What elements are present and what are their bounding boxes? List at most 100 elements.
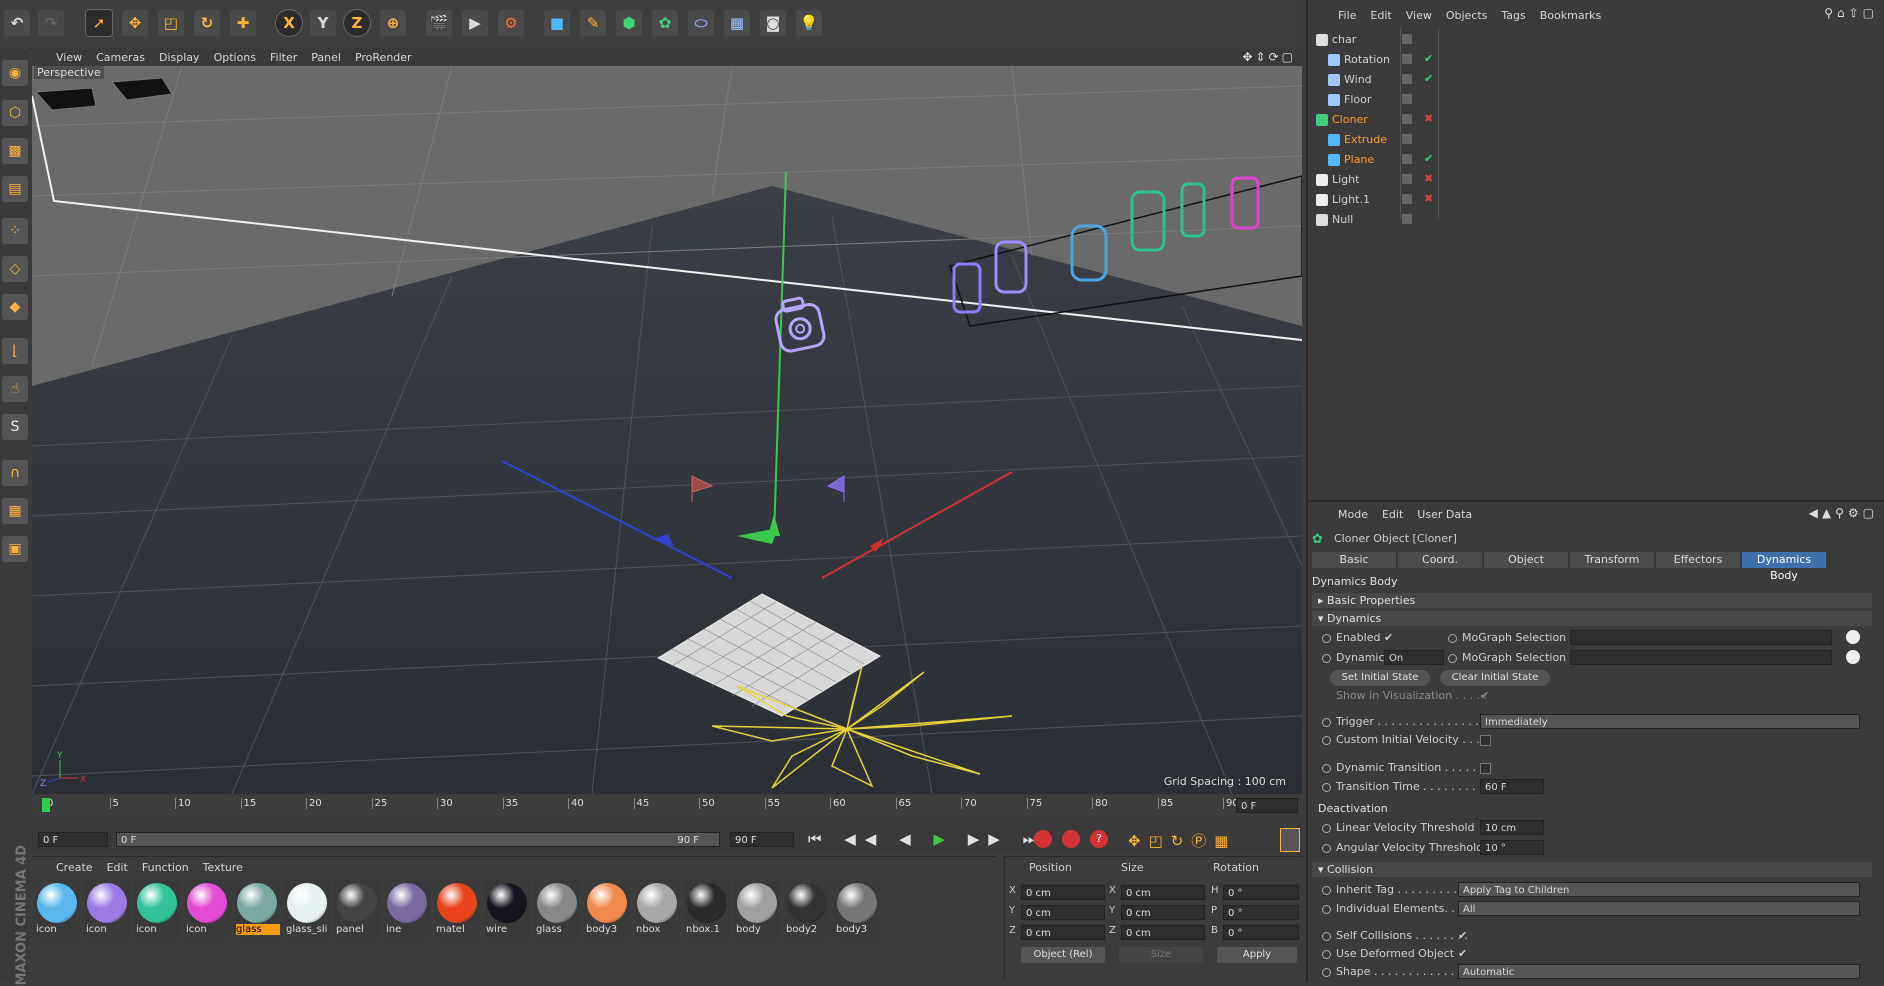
mograph-picker-icon-2[interactable] <box>1846 650 1860 664</box>
deformer-icon[interactable]: ⬭ <box>688 10 714 36</box>
subdivision-icon[interactable]: ⬢ <box>616 10 642 36</box>
menu-view[interactable]: View <box>56 51 82 64</box>
size-field[interactable]: 0 cm <box>1121 905 1205 920</box>
material-swatch[interactable]: icon <box>134 880 180 938</box>
material-swatch[interactable]: glass <box>234 880 280 938</box>
visibility-toggle[interactable] <box>1402 214 1412 224</box>
material-swatch[interactable]: nbox <box>634 880 680 938</box>
tweak-mode-icon[interactable]: ☝ <box>2 376 28 402</box>
menu-objects[interactable]: Objects <box>1446 9 1488 22</box>
visibility-toggle[interactable] <box>1402 74 1412 84</box>
menu-bookmarks[interactable]: Bookmarks <box>1540 9 1601 22</box>
render-settings-icon[interactable]: ⚙ <box>498 10 524 36</box>
timeline-ruler[interactable]: 0 5 10 15 20 25 30 35 40 45 50 55 60 65 70 75 80 85 90 0 F <box>32 796 1302 814</box>
playback-buttons[interactable]: ⏮ ◀◀ ◀ ▶ ▶▶ ⏭ <box>808 830 1045 848</box>
enabled-check-icon[interactable]: ✔ <box>1424 152 1433 165</box>
rotation-field[interactable]: 0 ° <box>1223 925 1299 940</box>
use-deformed-checkbox[interactable]: ✔ <box>1458 948 1469 959</box>
menu-display[interactable]: Display <box>159 51 200 64</box>
visibility-toggle[interactable] <box>1402 154 1412 164</box>
axis-y-button[interactable]: Y <box>310 10 336 36</box>
mograph-selection-radio-1[interactable] <box>1448 634 1457 643</box>
inherit-tag-select[interactable]: Apply Tag to Children <box>1458 882 1860 897</box>
model-mode-icon[interactable]: ⬡ <box>2 100 28 126</box>
object-row[interactable]: Cloner <box>1316 110 1466 129</box>
make-editable-icon[interactable]: ◉ <box>2 60 28 86</box>
rotation-field[interactable]: 0 ° <box>1223 885 1299 900</box>
scale-tool-icon[interactable]: ◰ <box>158 10 184 36</box>
dynamic-radio[interactable] <box>1322 654 1331 663</box>
workplane-icon[interactable]: ▤ <box>2 176 28 202</box>
position-field[interactable]: 0 cm <box>1021 885 1105 900</box>
menu-edit-am[interactable]: Edit <box>1382 508 1403 521</box>
object-row[interactable]: Light.1 <box>1316 190 1466 209</box>
menu-create[interactable]: Create <box>56 861 93 874</box>
coordinate-mode-select[interactable]: Object (Rel) <box>1021 947 1105 963</box>
mograph-picker-icon-1[interactable] <box>1846 630 1860 644</box>
tab-basic[interactable]: Basic <box>1312 552 1396 568</box>
visibility-toggle[interactable] <box>1402 94 1412 104</box>
menu-filter[interactable]: Filter <box>270 51 297 64</box>
axis-mode-icon[interactable]: ⌊ <box>2 338 28 364</box>
menu-edit[interactable]: Edit <box>107 861 128 874</box>
material-swatch[interactable]: nbox.1 <box>684 880 730 938</box>
material-swatch[interactable]: body3 <box>834 880 880 938</box>
material-swatch[interactable]: ine <box>384 880 430 938</box>
visibility-toggle[interactable] <box>1402 34 1412 44</box>
object-search-icon[interactable]: ⚲⌂⇧▢ <box>1824 6 1878 20</box>
enabled-check-icon[interactable]: ✔ <box>1424 72 1433 85</box>
custom-velocity-radio[interactable] <box>1322 736 1331 745</box>
menu-cameras[interactable]: Cameras <box>96 51 145 64</box>
move-tool-icon[interactable]: ✥ <box>122 10 148 36</box>
planar-workplane-icon[interactable]: ▣ <box>2 536 28 562</box>
visibility-toggle[interactable] <box>1402 114 1412 124</box>
dynamic-select[interactable]: On <box>1384 650 1444 665</box>
shape-radio[interactable] <box>1322 968 1331 977</box>
menu-panel[interactable]: Panel <box>311 51 341 64</box>
start-frame-field[interactable]: 0 F <box>38 832 108 847</box>
material-swatch[interactable]: body2 <box>784 880 830 938</box>
size-field[interactable]: 0 cm <box>1121 925 1205 940</box>
lock-workplane-icon[interactable]: ▦ <box>2 498 28 524</box>
autokey-icon[interactable] <box>1062 830 1080 848</box>
inherit-tag-radio[interactable] <box>1322 886 1331 895</box>
visibility-toggle[interactable] <box>1402 134 1412 144</box>
dynamic-transition-checkbox[interactable] <box>1480 763 1491 774</box>
tab-coord[interactable]: Coord. <box>1398 552 1482 568</box>
tab-dynamics-body[interactable]: Dynamics Body <box>1742 552 1826 582</box>
camera-icon[interactable]: ◙ <box>760 10 786 36</box>
attribute-nav-icons[interactable]: ◀▲⚲⚙▢ <box>1809 506 1878 520</box>
menu-view-om[interactable]: View <box>1406 9 1432 22</box>
angular-velocity-radio[interactable] <box>1322 844 1331 853</box>
current-frame-field[interactable]: 0 F <box>1236 798 1298 813</box>
tab-transform[interactable]: Transform <box>1570 552 1654 568</box>
polygons-mode-icon[interactable]: ◆ <box>2 294 28 320</box>
tab-effectors[interactable]: Effectors <box>1656 552 1740 568</box>
disabled-cross-icon[interactable]: ✖ <box>1424 112 1433 125</box>
material-swatch[interactable]: body <box>734 880 780 938</box>
self-collisions-checkbox[interactable]: ✔ <box>1458 930 1469 941</box>
menu-function[interactable]: Function <box>142 861 189 874</box>
use-deformed-radio[interactable] <box>1322 950 1331 959</box>
floor-icon[interactable]: ▦ <box>724 10 750 36</box>
individual-elements-select[interactable]: All <box>1458 901 1860 916</box>
range-slider[interactable]: 0 F 90 F <box>116 832 720 847</box>
menu-mode[interactable]: Mode <box>1338 508 1368 521</box>
texture-mode-icon[interactable]: ▩ <box>2 138 28 164</box>
render-picture-icon[interactable]: ▶ <box>462 10 488 36</box>
clear-initial-state-button[interactable]: Clear Initial State <box>1440 670 1550 686</box>
dynamic-transition-radio[interactable] <box>1322 764 1331 773</box>
material-swatch[interactable]: matel <box>434 880 480 938</box>
cube-icon[interactable]: ■ <box>544 10 570 36</box>
menu-edit-om[interactable]: Edit <box>1370 9 1391 22</box>
cloner-icon[interactable]: ✿ <box>652 10 678 36</box>
position-field[interactable]: 0 cm <box>1021 905 1105 920</box>
material-swatch[interactable]: icon <box>184 880 230 938</box>
render-view-icon[interactable]: 🎬 <box>426 10 452 36</box>
rotate-tool-icon[interactable]: ↻ <box>194 10 220 36</box>
material-swatch[interactable]: icon <box>84 880 130 938</box>
trigger-select[interactable]: Immediately <box>1480 714 1860 729</box>
axis-x-button[interactable]: X <box>275 9 303 37</box>
enabled-checkbox[interactable]: ✔ <box>1384 632 1395 643</box>
light-icon[interactable]: 💡 <box>796 10 822 36</box>
